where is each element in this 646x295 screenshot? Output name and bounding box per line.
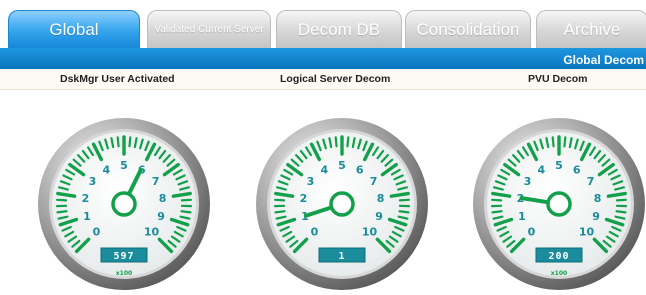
dial-label: 6 (356, 163, 364, 176)
minor-tick (116, 136, 120, 148)
minor-tick (334, 136, 338, 148)
tab-consolidation[interactable]: Consolidation (405, 10, 531, 48)
dial-label: 1 (518, 210, 526, 223)
dial-label: 5 (120, 159, 128, 172)
tab-archive-label: Archive (563, 19, 621, 39)
column-header-dskmgr: DskMgr User Activated (60, 73, 175, 85)
dial-label: 0 (311, 226, 319, 239)
minor-tick (551, 136, 555, 148)
minor-tick (128, 136, 132, 148)
dial-label: 0 (93, 226, 101, 239)
dial-label: 3 (89, 175, 97, 188)
dial-label: 10 (144, 226, 160, 239)
gauge-svg: 012345678910200x100 (473, 118, 645, 290)
minor-tick (563, 136, 567, 148)
dial-label: 0 (528, 226, 536, 239)
gauge-hub (546, 191, 572, 217)
minor-tick (398, 210, 410, 214)
gauge-logical-server-decom: 0123456789101 (252, 104, 432, 294)
tab-bar: Global Validated Current Server Decom DB… (0, 0, 646, 48)
minor-tick (56, 210, 68, 214)
column-header-pvu: PVU Decom (528, 73, 588, 85)
dial-label: 4 (102, 163, 110, 176)
dial-label: 10 (362, 226, 378, 239)
tab-global-label: Global (49, 19, 99, 39)
dial-label: 7 (152, 175, 160, 188)
dial-label: 4 (320, 163, 328, 176)
dial-label: 9 (157, 210, 165, 223)
gauge-svg: 012345678910597x100 (38, 118, 210, 290)
gauge-readout-value: 200 (548, 251, 569, 262)
column-header-bar: DskMgr User Activated Logical Server Dec… (0, 69, 646, 90)
tab-decom-db[interactable]: Decom DB (276, 10, 402, 48)
dial-label: 5 (338, 159, 346, 172)
minor-tick (491, 210, 503, 214)
gauge-hub (329, 191, 355, 217)
section-title: Global Decom (563, 53, 644, 67)
minor-tick (615, 210, 627, 214)
minor-tick (180, 210, 192, 214)
gauge-readout-value: 597 (113, 251, 134, 262)
gauge-svg: 0123456789101 (256, 118, 428, 290)
gauge-pvu-decom: 012345678910200x100 (469, 104, 646, 294)
minor-tick (56, 198, 68, 202)
dial-label: 8 (159, 192, 167, 205)
dial-label: 9 (375, 210, 383, 223)
minor-tick (615, 198, 627, 202)
gauge-hub (111, 191, 137, 217)
minor-tick (274, 198, 286, 202)
tab-consolidation-label: Consolidation (416, 19, 520, 39)
tab-decom-db-label: Decom DB (297, 19, 381, 39)
section-header-bar: Global Decom (0, 48, 646, 69)
dial-label: 7 (587, 175, 595, 188)
gauge-readout-value: 1 (338, 251, 345, 262)
tab-archive[interactable]: Archive (536, 10, 646, 48)
gauge-unit-label: x100 (551, 270, 567, 277)
dial-label: 3 (307, 175, 315, 188)
gauge-unit-label: x100 (116, 270, 132, 277)
minor-tick (346, 136, 350, 148)
column-header-logical-server: Logical Server Decom (280, 73, 391, 85)
dial-label: 2 (300, 192, 308, 205)
dial-label: 6 (573, 163, 581, 176)
gauge-dskmgr-user-activated: 012345678910597x100 (34, 104, 214, 294)
dial-label: 7 (370, 175, 378, 188)
dial-label: 8 (594, 192, 602, 205)
minor-tick (491, 198, 503, 202)
dial-label: 9 (592, 210, 600, 223)
dial-label: 3 (524, 175, 532, 188)
tab-global[interactable]: Global (8, 10, 140, 48)
dial-label: 2 (82, 192, 90, 205)
dial-label: 10 (579, 226, 595, 239)
dial-label: 4 (537, 163, 545, 176)
tab-validated-current-server-label: Validated Current Server (154, 24, 264, 35)
tab-validated-current-server[interactable]: Validated Current Server (147, 10, 271, 48)
dial-label: 8 (377, 192, 385, 205)
dial-label: 5 (555, 159, 563, 172)
minor-tick (398, 198, 410, 202)
minor-tick (180, 198, 192, 202)
minor-tick (274, 210, 286, 214)
dial-label: 1 (83, 210, 91, 223)
